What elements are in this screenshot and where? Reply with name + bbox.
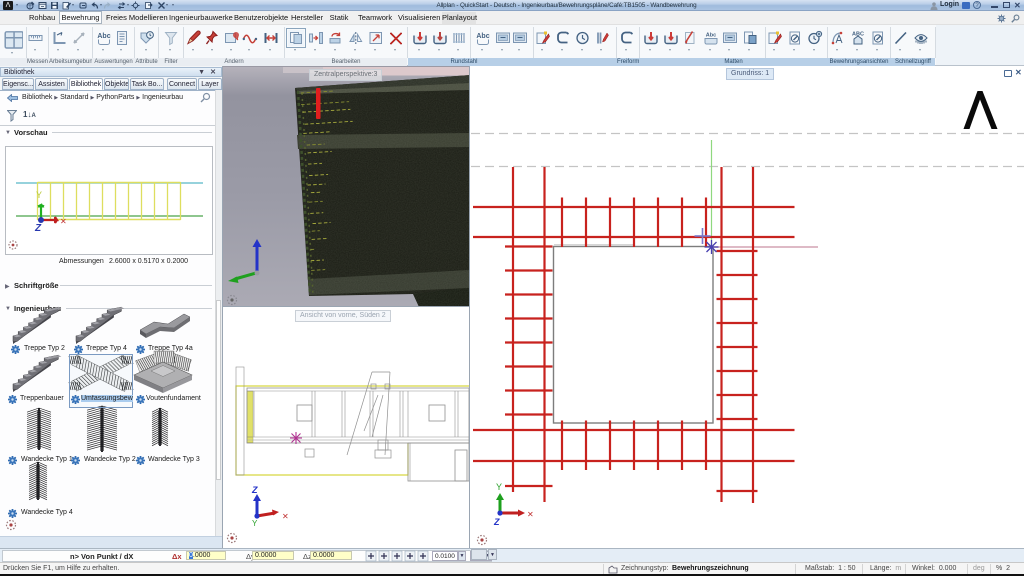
svg-text:Y: Y (36, 190, 42, 200)
svg-text:Abc: Abc (706, 33, 716, 39)
svg-text:Abc: Abc (476, 33, 489, 40)
svg-text:Y: Y (496, 482, 502, 492)
svg-text:Z: Z (493, 517, 500, 527)
svg-text:Z: Z (34, 223, 42, 234)
svg-text:Abc: Abc (97, 33, 110, 40)
svg-text:✕: ✕ (60, 217, 67, 226)
svg-text:✕: ✕ (527, 510, 534, 519)
svg-text:✕: ✕ (282, 512, 289, 521)
svg-text:Z: Z (251, 485, 258, 495)
svg-text:Y: Y (252, 519, 258, 528)
